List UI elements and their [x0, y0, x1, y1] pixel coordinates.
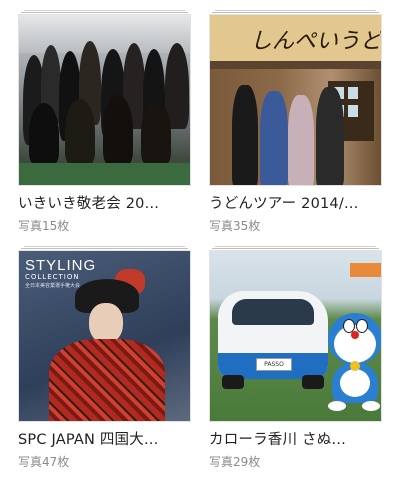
shop-sign: しんぺいうどん	[210, 15, 381, 86]
album-title[interactable]: カローラ香川 さぬ…	[209, 428, 382, 449]
album-photo-count: 写真29枚	[209, 455, 261, 469]
album-photo-count: 写真35枚	[209, 219, 261, 233]
album-thumbnail[interactable]: STYLING COLLECTION 全日本美容業選手権大会	[18, 250, 191, 422]
album-photo-count: 写真15枚	[18, 219, 70, 233]
magazine-subheading: COLLECTION	[25, 273, 80, 281]
album-thumbnail[interactable]	[18, 14, 191, 186]
album-card[interactable]: PASSO カローラ香川 さぬ… 写真29枚	[209, 246, 382, 470]
album-title[interactable]: うどんツアー 2014/…	[209, 192, 382, 213]
album-thumbnail[interactable]: しんぺいうどん	[209, 14, 382, 186]
album-thumbnail[interactable]: PASSO	[209, 250, 382, 422]
album-title[interactable]: いきいき敬老会 20…	[18, 192, 191, 213]
magazine-heading: STYLING	[25, 257, 97, 274]
magazine-caption: 全日本美容業選手権大会	[25, 283, 81, 289]
album-title[interactable]: SPC JAPAN 四国大…	[18, 428, 191, 449]
album-card[interactable]: STYLING COLLECTION 全日本美容業選手権大会 SPC JAPAN…	[18, 246, 191, 470]
car: PASSO	[218, 291, 328, 379]
album-card[interactable]: しんぺいうどん うどんツアー 2014/… 写真35枚	[209, 10, 382, 234]
album-photo-count: 写真47枚	[18, 455, 70, 469]
license-plate: PASSO	[256, 358, 292, 371]
album-card[interactable]: いきいき敬老会 20… 写真15枚	[18, 10, 191, 234]
album-grid: いきいき敬老会 20… 写真15枚 しんぺいうどん うどんツアー 2014/… …	[0, 0, 400, 478]
